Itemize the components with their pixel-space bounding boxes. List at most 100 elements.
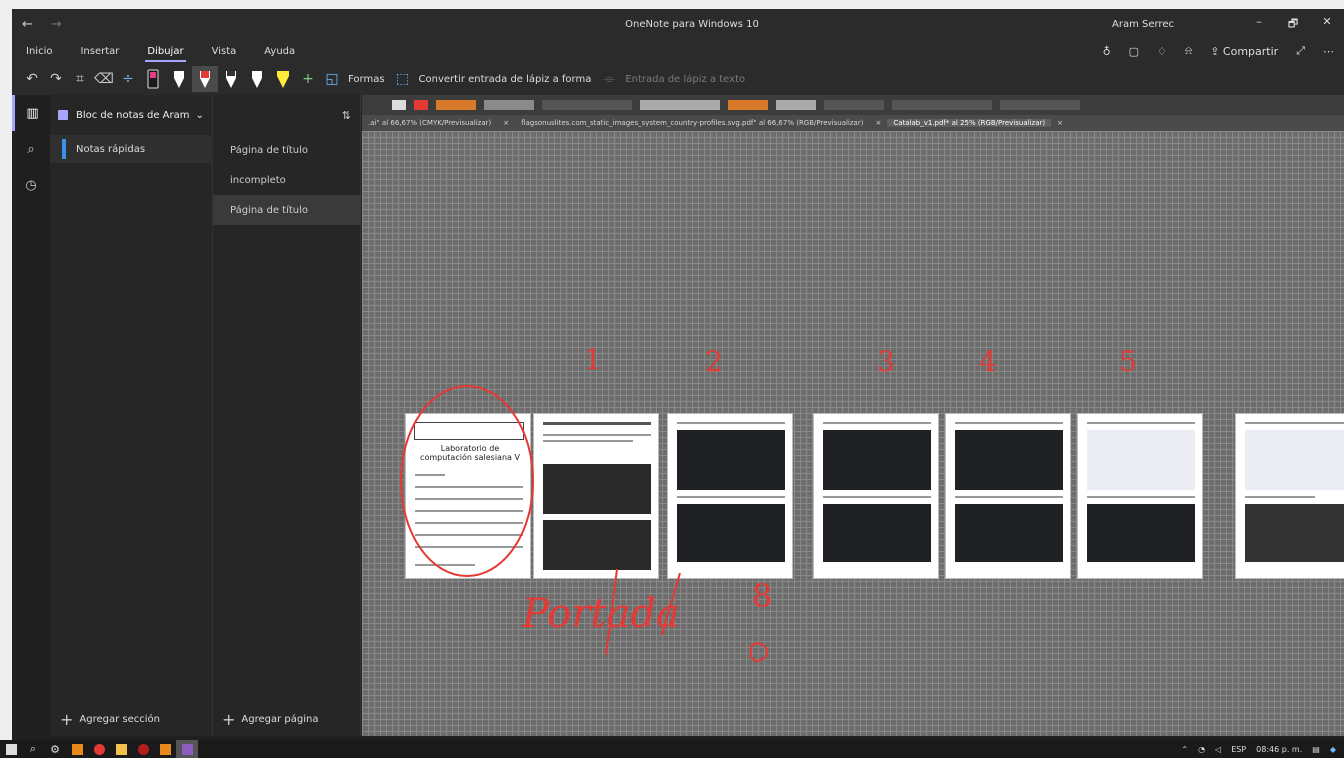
- share-label: Compartir: [1222, 44, 1279, 58]
- ink-to-shape-icon[interactable]: ⬚: [391, 71, 415, 87]
- window-title: OneNote para Windows 10: [625, 18, 759, 30]
- desktop-background-left: [0, 0, 12, 740]
- ink-to-text-icon: ⌯: [603, 71, 615, 87]
- embedded-document-tabs: .ai" al 66,67% (CMYK/Previsualizar) × fla…: [362, 115, 1344, 131]
- language-indicator[interactable]: ESP: [1231, 745, 1246, 754]
- pen-tool-white[interactable]: [166, 66, 192, 92]
- plus-icon: +: [222, 709, 236, 729]
- annotation-number-2: 2: [705, 345, 723, 378]
- ink-to-text-label: Entrada de lápiz a texto: [625, 73, 746, 85]
- notebook-icon: [58, 110, 68, 120]
- plus-icon: +: [60, 709, 74, 729]
- page-label: incompleto: [230, 174, 286, 186]
- annotation-handwriting: Portada: [522, 591, 680, 637]
- maximize-button[interactable]: 🗗: [1276, 15, 1310, 34]
- desktop-background: [0, 0, 1344, 9]
- page-thumbnail-catalog: [533, 413, 659, 579]
- pen-tool-white-3[interactable]: [244, 66, 270, 92]
- acrobat-app-icon[interactable]: [132, 740, 154, 758]
- close-button[interactable]: ✕: [1310, 15, 1344, 34]
- share-button[interactable]: ⇪ Compartir: [1210, 45, 1278, 58]
- page-label: Página de título: [230, 144, 309, 156]
- embedded-tab: .ai" al 66,67% (CMYK/Previsualizar): [368, 119, 492, 127]
- lightbulb-icon[interactable]: ♁: [1103, 45, 1111, 58]
- pen-tool-white-2[interactable]: [218, 66, 244, 92]
- search-icon[interactable]: ⌕: [12, 131, 50, 167]
- windows-start-icon[interactable]: [0, 740, 22, 758]
- section-notas-rapidas[interactable]: Notas rápidas: [50, 135, 213, 163]
- bell-icon[interactable]: ⍾: [1185, 44, 1192, 58]
- tab-insertar[interactable]: Insertar: [66, 46, 133, 57]
- add-pen-icon[interactable]: +: [296, 71, 320, 87]
- navigation-icon-bar: ▥ ⌕ ◷: [12, 95, 50, 736]
- page-thumbnail-4: [945, 413, 1071, 579]
- embedded-tab: flagsonuslites.com_static_images_system_…: [521, 119, 864, 127]
- pen-tool-red[interactable]: [192, 66, 218, 92]
- section-label: Notas rápidas: [76, 143, 146, 155]
- minimize-button[interactable]: –: [1242, 15, 1276, 34]
- chevron-up-icon[interactable]: ⌃: [1181, 745, 1188, 754]
- forward-arrow-icon[interactable]: →: [51, 17, 62, 32]
- onenote-window: ← → OneNote para Windows 10 Aram Serrec …: [12, 9, 1344, 736]
- ribbon-toolbar: ↶ ↷ ⌗ ⌫ ÷ + ◱ Formas ⬚ Convertir entrada…: [12, 63, 1344, 95]
- page-item-3[interactable]: Página de título: [213, 195, 361, 225]
- page-canvas[interactable]: .ai" al 66,67% (CMYK/Previsualizar) × fla…: [362, 95, 1344, 736]
- pin-icon[interactable]: ♢: [1157, 45, 1167, 58]
- settings-icon[interactable]: ⚙: [44, 740, 66, 758]
- volume-icon[interactable]: ◁: [1215, 745, 1221, 754]
- pen-tool-black[interactable]: [140, 66, 166, 92]
- network-icon[interactable]: ◔: [1198, 745, 1205, 754]
- ink-to-shape-label[interactable]: Convertir entrada de lápiz a forma: [419, 74, 592, 85]
- add-section-button[interactable]: + Agregar sección: [60, 706, 160, 732]
- page-thumbnail-6: [1235, 413, 1344, 579]
- annotation-number-5: 5: [1119, 345, 1137, 378]
- embedded-tab-active: Catalab_v1.pdf* al 25% (RGB/Previsualiza…: [887, 119, 1052, 127]
- clock[interactable]: 08:46 p. m.: [1256, 745, 1302, 754]
- tab-vista[interactable]: Vista: [198, 46, 251, 57]
- add-page-button[interactable]: + Agregar página: [222, 706, 318, 732]
- notifications-icon[interactable]: ▤: [1312, 745, 1320, 754]
- back-arrow-icon[interactable]: ←: [22, 17, 33, 32]
- tab-dibujar[interactable]: Dibujar: [133, 46, 197, 62]
- sort-icon[interactable]: ⇅: [342, 109, 351, 122]
- title-bar: ← → OneNote para Windows 10 Aram Serrec …: [12, 9, 1344, 39]
- chevron-down-icon: ⌄: [195, 109, 204, 121]
- eraser-icon[interactable]: ⌫: [92, 71, 116, 87]
- app-tray-icon[interactable]: ◆: [1330, 745, 1336, 754]
- highlighter-yellow[interactable]: [270, 66, 296, 92]
- page-label: Página de título: [230, 204, 309, 216]
- add-section-label: Agregar sección: [79, 713, 160, 725]
- embedded-screenshot-toolbar: [362, 95, 1344, 115]
- file-explorer-icon[interactable]: [110, 740, 132, 758]
- page-item-2[interactable]: incompleto: [213, 165, 361, 195]
- notebook-selector[interactable]: Bloc de notas de Aram ⌄ ⇅: [50, 95, 361, 135]
- add-space-icon[interactable]: ÷: [116, 71, 140, 87]
- shapes-icon[interactable]: ◱: [320, 71, 344, 87]
- annotation-mark: 8: [752, 577, 773, 615]
- page-icon[interactable]: ▢: [1129, 45, 1139, 58]
- redo-icon[interactable]: ↷: [44, 71, 68, 87]
- chrome-app-icon[interactable]: [88, 740, 110, 758]
- tab-inicio[interactable]: Inicio: [12, 46, 66, 57]
- illustrator-app-icon[interactable]: [66, 740, 88, 758]
- more-icon[interactable]: ⋯: [1323, 45, 1334, 58]
- add-page-label: Agregar página: [241, 713, 319, 725]
- tab-ayuda[interactable]: Ayuda: [250, 46, 309, 57]
- lasso-select-icon[interactable]: ⌗: [68, 71, 92, 87]
- expand-icon[interactable]: ⤢: [1296, 44, 1305, 58]
- page-item-1[interactable]: Página de título: [213, 135, 361, 165]
- recent-icon[interactable]: ◷: [12, 167, 50, 203]
- user-name[interactable]: Aram Serrec: [1112, 19, 1174, 30]
- search-icon[interactable]: ⌕: [22, 740, 44, 758]
- illustrator-app-icon-2[interactable]: [154, 740, 176, 758]
- windows-taskbar: ⌕ ⚙ ⌃ ◔ ◁ ESP 08:46 p. m. ▤ ◆: [0, 740, 1344, 758]
- cover-title: Laboratorio de computación salesiana V: [420, 444, 520, 462]
- page-thumbnail-cover: Laboratorio de computación salesiana V: [405, 413, 531, 579]
- undo-icon[interactable]: ↶: [20, 71, 44, 87]
- page-thumbnail-5: [1077, 413, 1203, 579]
- shapes-label[interactable]: Formas: [348, 74, 385, 85]
- system-tray: ⌃ ◔ ◁ ESP 08:46 p. m. ▤ ◆: [1181, 740, 1336, 758]
- notebooks-icon[interactable]: ▥: [12, 95, 50, 131]
- annotation-number-4: 4: [979, 345, 997, 378]
- onenote-app-icon[interactable]: [176, 740, 198, 758]
